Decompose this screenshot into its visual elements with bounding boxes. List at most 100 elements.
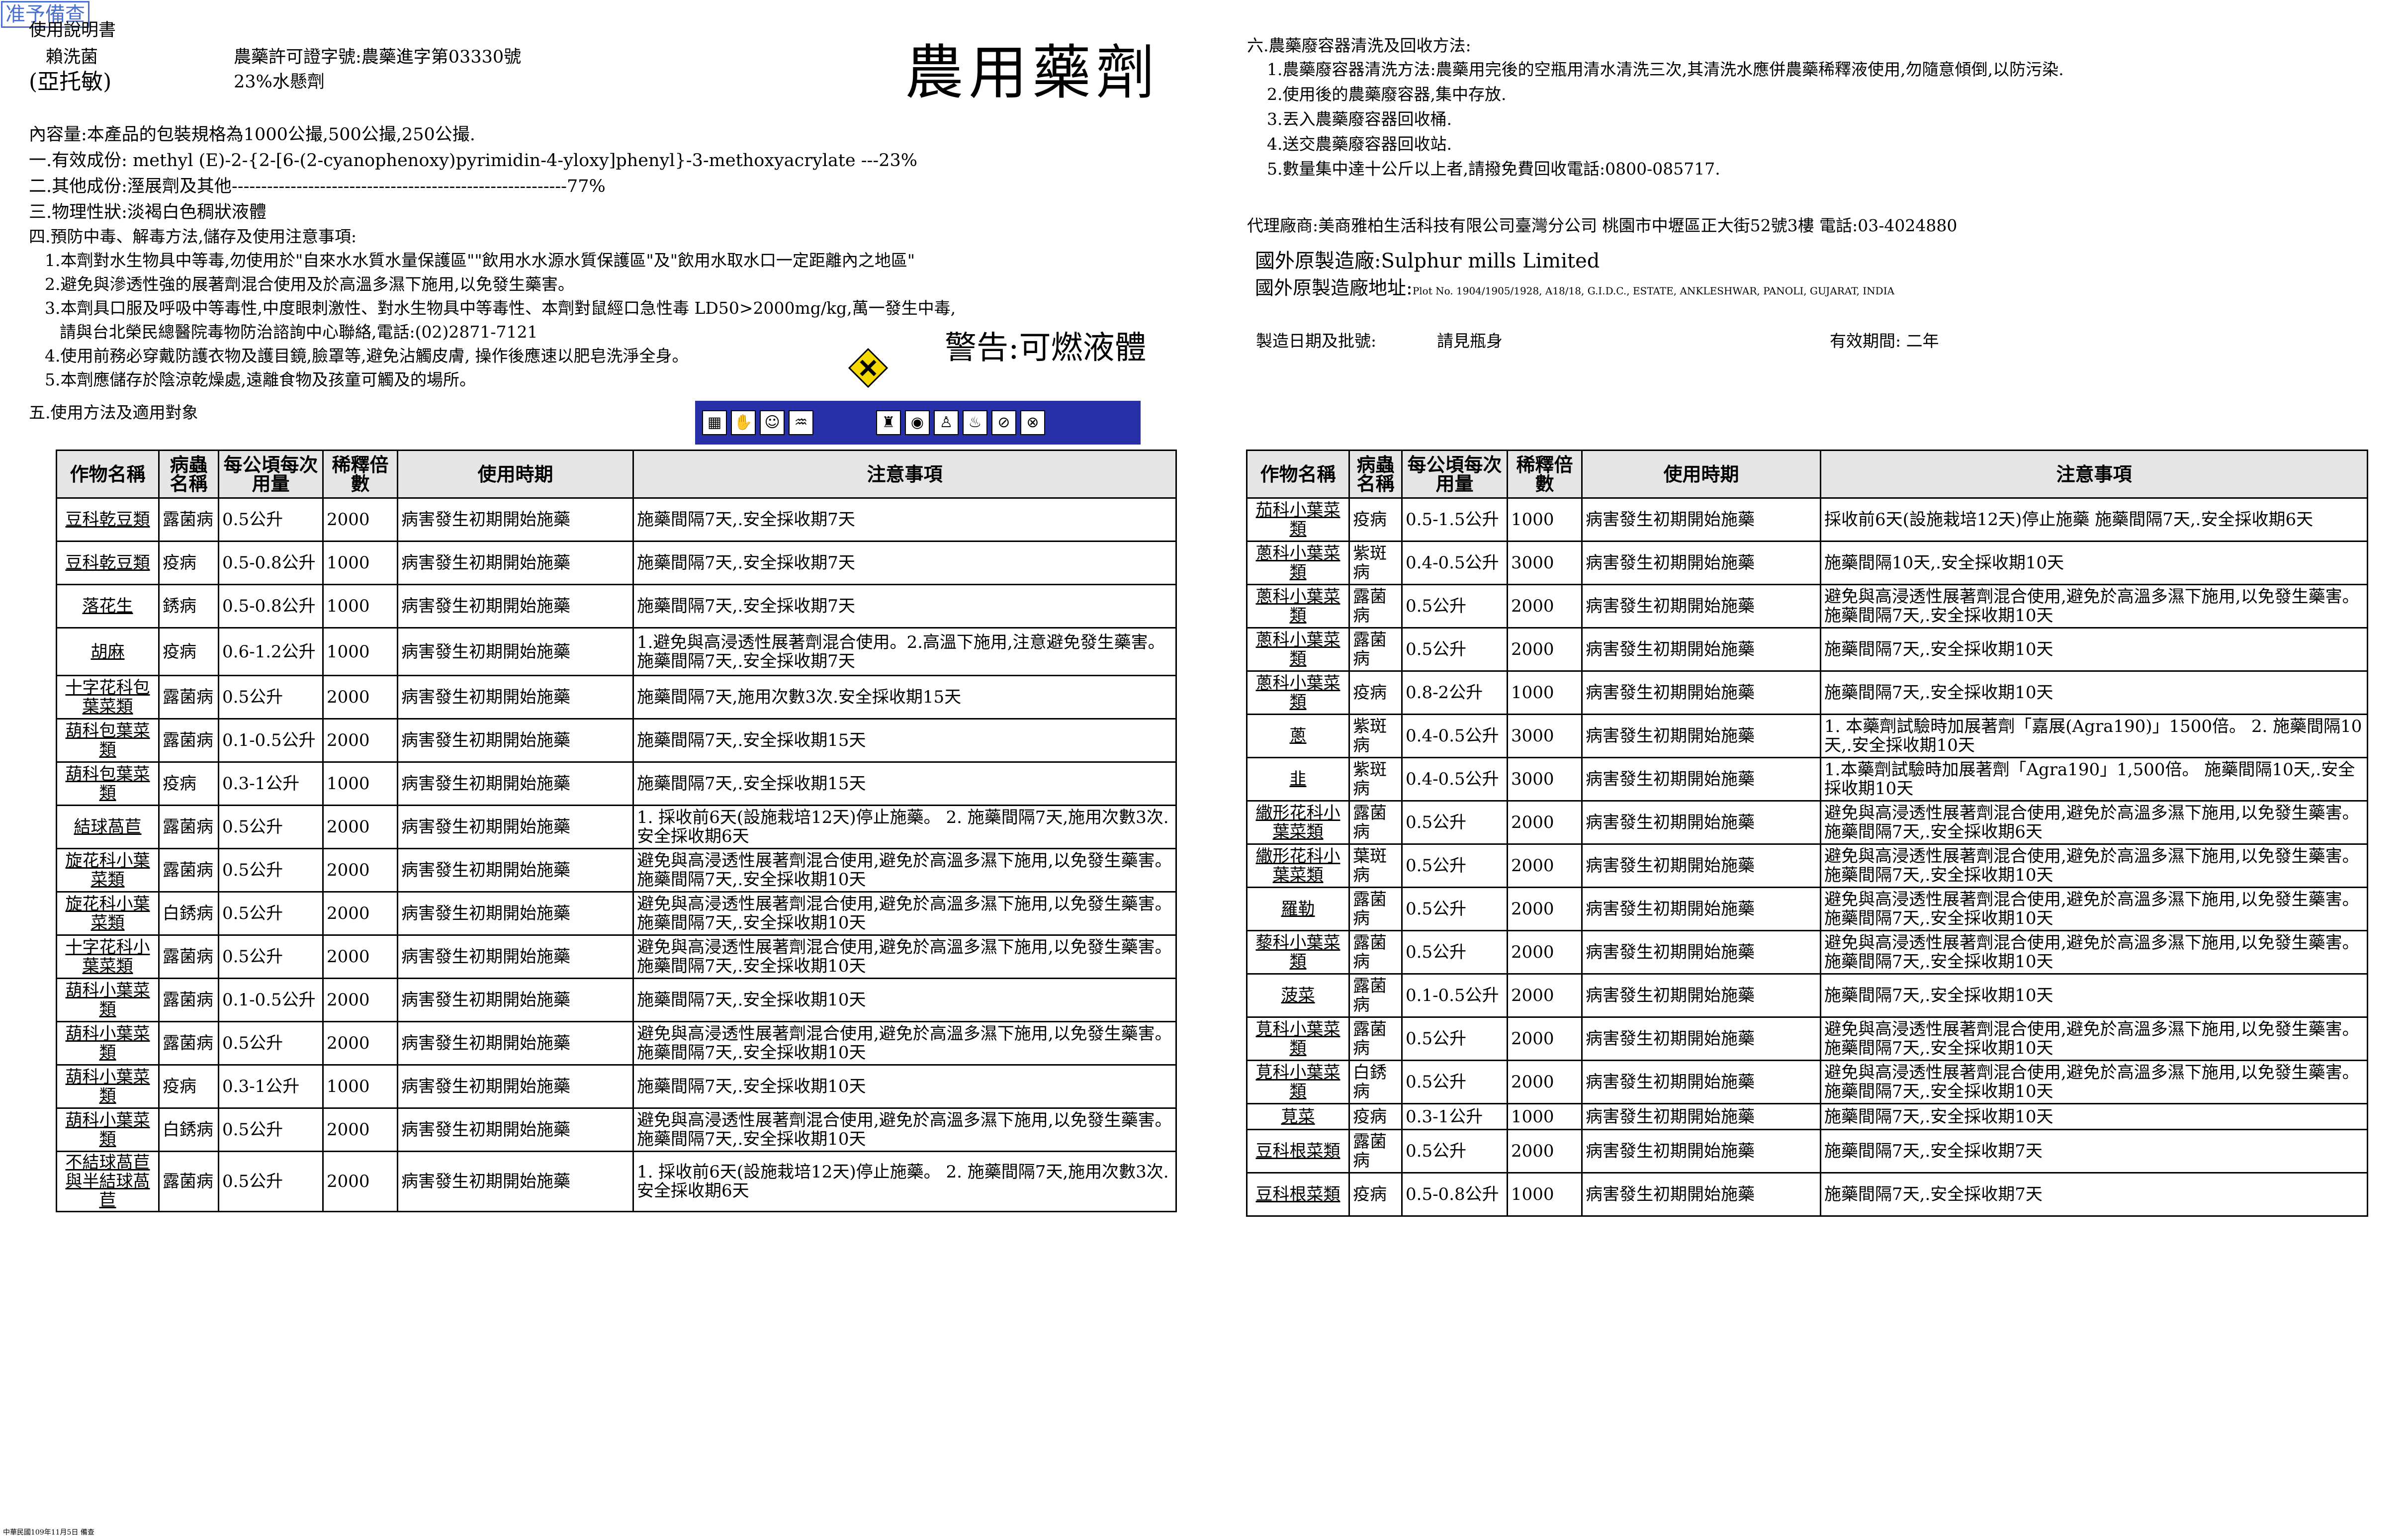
dilution-cell: 2000 [1507,800,1583,845]
recycle-5: 5.數量集中達十公斤以上者,請撥免費回收電話:0800-085717. [1267,159,1720,179]
crop-cell: 十字花科包葉菜類 [56,675,160,720]
dilution-cell: 1000 [322,1064,398,1109]
dosage-cell: 0.5-0.8公升 [218,541,324,585]
crop-cell: 葫科包葉菜類 [56,718,160,763]
disease-cell: 露菌病 [158,978,219,1022]
maker-address-label: 國外原製造廠地址: [1255,277,1413,299]
notes-cell: 施藥間隔7天,.安全採收期15天 [632,718,1177,763]
table-row: 不結球萵苣與半結球萵苣 露菌病 0.5公升 2000 病害發生初期開始施藥 1. 採收前6… [56,1151,1177,1212]
notes-cell: 1. 採收前6天(設施栽培12天)停止施藥。 2. 施藥間隔7天,施用次數3次.… [632,805,1177,849]
product-name: 賴洗菌 [46,47,98,67]
dilution-cell: 1000 [322,627,398,676]
notes-cell: 施藥間隔7天,.安全採收期10天 [1820,670,2368,715]
dosage-cell: 0.3-1公升 [1401,1103,1508,1130]
column-header: 使用時期 [1581,450,1821,499]
timing-cell: 病害發生初期開始施藥 [1581,800,1821,845]
notes-cell: 施藥間隔7天,.安全採收期7天 [632,497,1177,542]
notes-cell: 避免與高浸透性展著劑混合使用,避免於高溫多濕下施用,以免發生藥害。施藥間隔7天,… [1820,887,2368,931]
dilution-cell: 1000 [1507,1172,1583,1217]
dilution-cell: 2000 [1507,887,1583,931]
crop-cell: 莧科小葉菜類 [1246,1016,1350,1061]
crop-cell: 蔥科小葉菜類 [1246,627,1350,672]
table-row: 胡麻 疫病 0.6-1.2公升 1000 病害發生初期開始施藥 1.避免與高浸透性展著劑混… [56,627,1177,676]
dosage-cell: 0.3-1公升 [218,1064,324,1109]
table-row: 繖形花科小葉菜類 露菌病 0.5公升 2000 病害發生初期開始施藥 避免與高浸透性展著劑… [1246,800,2368,845]
dosage-cell: 0.5公升 [1401,627,1508,672]
dosage-cell: 0.1-0.5公升 [218,978,324,1022]
storage-icon: ▦ [702,410,727,435]
dosage-cell: 0.5公升 [218,675,324,720]
table-row: 十字花科小葉菜類 露菌病 0.5公升 2000 病害發生初期開始施藥 避免與高浸透性展著劑… [56,934,1177,979]
notes-cell: 避免與高浸透性展著劑混合使用,避免於高溫多濕下施用,以免發生藥害。施藥間隔7天,… [632,934,1177,979]
crop-cell: 葫科小葉菜類 [56,1107,160,1152]
dosage-cell: 0.5公升 [1401,800,1508,845]
timing-cell: 病害發生初期開始施藥 [397,1107,634,1152]
disease-cell: 露菌病 [158,934,219,979]
table-row: 蔥科小葉菜類 紫斑病 0.4-0.5公升 3000 病害發生初期開始施藥 施藥間隔10天,… [1246,541,2368,585]
dilution-cell: 2000 [322,497,398,542]
dilution-cell: 2000 [1507,1129,1583,1174]
recycle-2: 2.使用後的農藥廢容器,集中存放. [1267,85,1507,104]
disease-cell: 露菌病 [158,848,219,893]
dilution-cell: 2000 [322,718,398,763]
column-header: 使用時期 [397,450,634,499]
dosage-cell: 0.5公升 [218,805,324,849]
dilution-cell: 3000 [1507,541,1583,585]
table-header-row: 作物名稱 病蟲名稱 每公頃每次用量 稀釋倍數 使用時期 注意事項 [1246,450,2368,499]
dilution-cell: 1000 [1507,1103,1583,1130]
notes-cell: 避免與高浸透性展著劑混合使用,避免於高溫多濕下施用,以免發生藥害。施藥間隔7天,… [1820,800,2368,845]
crop-cell: 葫科小葉菜類 [56,1021,160,1066]
disease-cell: 疫病 [1348,1172,1403,1217]
table-row: 葫科包葉菜類 露菌病 0.1-0.5公升 2000 病害發生初期開始施藥 施藥間隔7天,.… [56,718,1177,763]
dilution-cell: 2000 [1507,843,1583,888]
disease-cell: 紫斑病 [1348,714,1403,758]
notes-cell: 施藥間隔7天,.安全採收期10天 [1820,973,2368,1018]
table-row: 葫科小葉菜類 露菌病 0.1-0.5公升 2000 病害發生初期開始施藥 施藥間隔7天,.… [56,978,1177,1022]
crop-cell: 豆科根菜類 [1246,1129,1350,1174]
timing-cell: 病害發生初期開始施藥 [1581,973,1821,1018]
notes-cell: 施藥間隔7天,.安全採收期7天 [1820,1129,2368,1174]
dilution-cell: 2000 [322,1107,398,1152]
column-header: 注意事項 [1820,450,2368,499]
disease-cell: 葉斑病 [1348,843,1403,888]
table-row: 葫科小葉菜類 露菌病 0.5公升 2000 病害發生初期開始施藥 避免與高浸透性展著劑混合… [56,1021,1177,1066]
disease-cell: 露菌病 [158,805,219,849]
disease-cell: 白銹病 [158,891,219,936]
timing-cell: 病害發生初期開始施藥 [1581,627,1821,672]
table-row: 繖形花科小葉菜類 葉斑病 0.5公升 2000 病害發生初期開始施藥 避免與高浸透性展著劑… [1246,843,2368,888]
notes-cell: 1. 本藥劑試驗時加展著劑「嘉展(Agra190)」1500倍。 2. 施藥間隔… [1820,714,2368,758]
timing-cell: 病害發生初期開始施藥 [1581,1103,1821,1130]
notes-cell: 施藥間隔7天,.安全採收期10天 [632,978,1177,1022]
disease-cell: 疫病 [158,627,219,676]
notes-cell: 避免與高浸透性展著劑混合使用,避免於高溫多濕下施用,以免發生藥害。施藥間隔7天,… [1820,1016,2368,1061]
dilution-cell: 2000 [322,891,398,936]
timing-cell: 病害發生初期開始施藥 [397,761,634,806]
dosage-cell: 0.5公升 [218,497,324,542]
table-row: 葫科小葉菜類 疫病 0.3-1公升 1000 病害發生初期開始施藥 施藥間隔7天,.安全採… [56,1064,1177,1109]
crop-cell: 葫科小葉菜類 [56,978,160,1022]
formulation: 23%水懸劑 [234,72,325,92]
table-row: 十字花科包葉菜類 露菌病 0.5公升 2000 病害發生初期開始施藥 施藥間隔7天,施用次… [56,675,1177,720]
crop-cell: 莧菜 [1246,1103,1350,1130]
timing-cell: 病害發生初期開始施藥 [397,934,634,979]
timing-cell: 病害發生初期開始施藥 [1581,1129,1821,1174]
table-header-row: 作物名稱 病蟲名稱 每公頃每次用量 稀釋倍數 使用時期 注意事項 [56,450,1177,499]
crop-cell: 繖形花科小葉菜類 [1246,843,1350,888]
timing-cell: 病害發生初期開始施藥 [1581,1172,1821,1217]
goggles-icon: ◉ [905,410,930,435]
crop-cell: 豆科乾豆類 [56,497,160,542]
dosage-cell: 0.5公升 [218,891,324,936]
disease-cell: 銹病 [158,584,219,629]
table-row: 蔥科小葉菜類 疫病 0.8-2公升 1000 病害發生初期開始施藥 施藥間隔7天,.安全採… [1246,670,2368,715]
dilution-cell: 1000 [322,584,398,629]
timing-cell: 病害發生初期開始施藥 [1581,497,1821,542]
crop-cell: 落花生 [56,584,160,629]
crop-cell: 蔥 [1246,714,1350,758]
notes-cell: 施藥間隔7天,.安全採收期10天 [1820,1103,2368,1130]
physical-state: 三.物理性狀:淡褐白色稠狀液體 [29,202,267,222]
precaution-2: 2.避免與滲透性強的展著劑混合使用及於高溫多濕下施用,以免發生藥害。 [45,274,574,294]
table-row: 旋花科小葉菜類 白銹病 0.5公升 2000 病害發生初期開始施藥 避免與高浸透性展著劑混… [56,891,1177,936]
dosage-cell: 0.4-0.5公升 [1401,714,1508,758]
dosage-cell: 0.3-1公升 [218,761,324,806]
manual-label: 使用說明書 [29,20,116,40]
